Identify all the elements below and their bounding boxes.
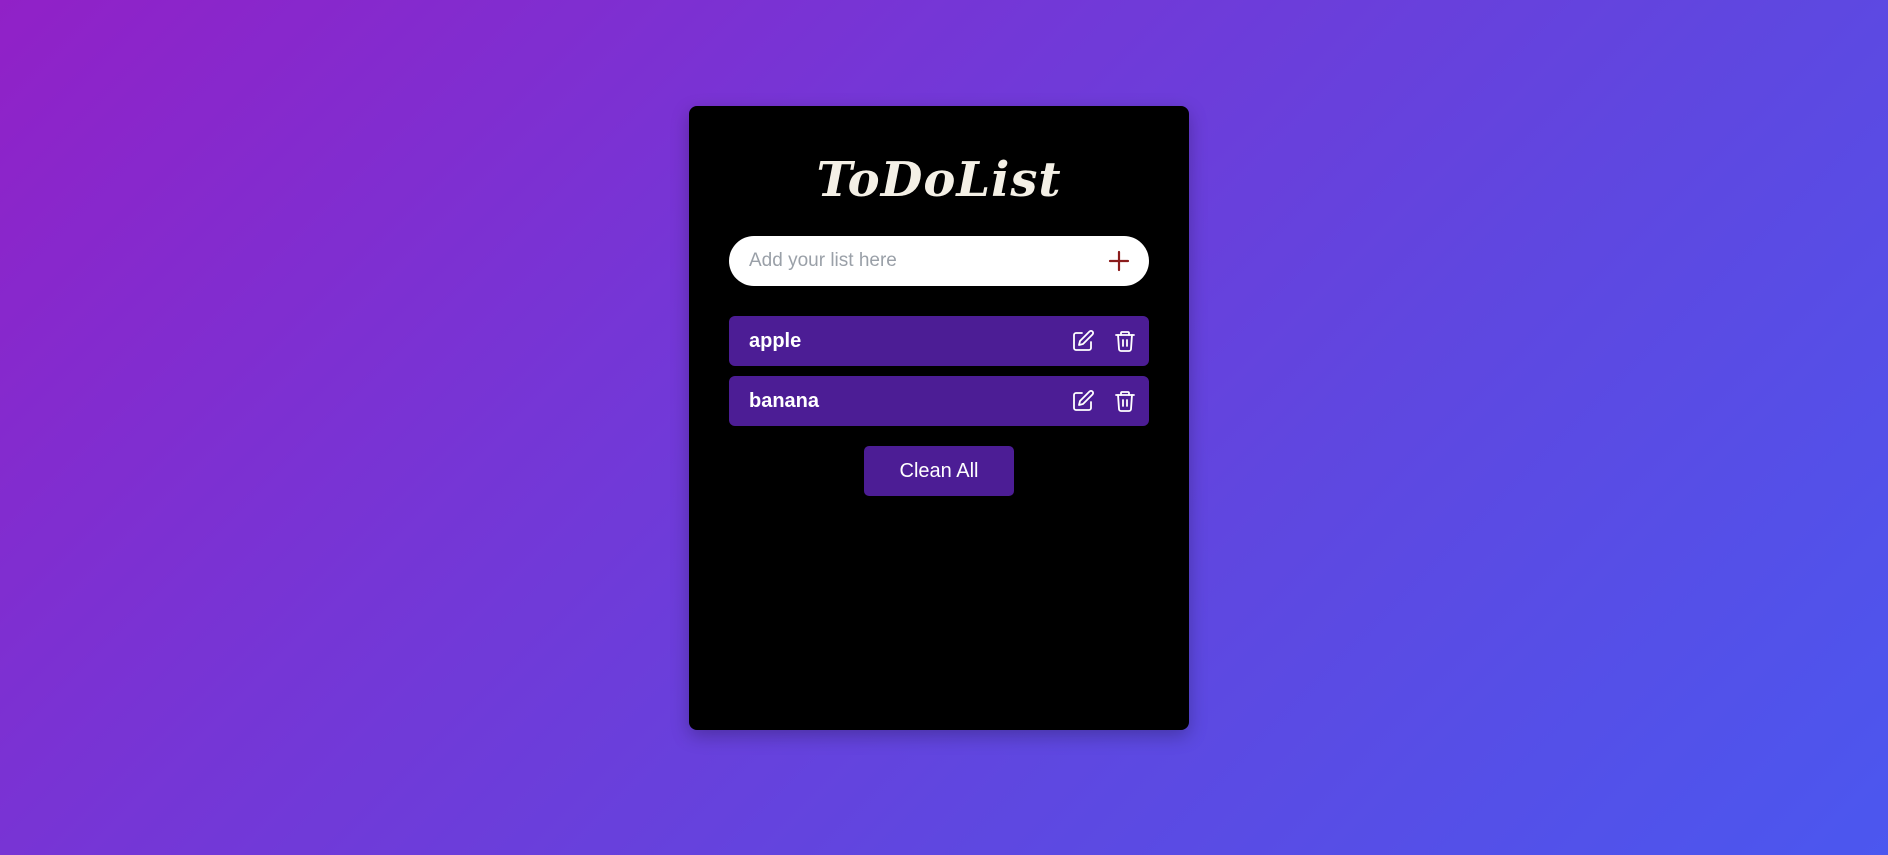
trash-icon[interactable] [1113, 329, 1137, 353]
app-title: ToDoList [816, 152, 1062, 208]
list-item: banana [729, 376, 1149, 426]
plus-icon[interactable] [1107, 249, 1131, 273]
list-item-label: apple [749, 330, 802, 352]
list-item: apple [729, 316, 1149, 366]
edit-icon[interactable] [1071, 329, 1095, 353]
clean-all-button[interactable]: Clean All [864, 446, 1014, 496]
edit-icon[interactable] [1071, 389, 1095, 413]
trash-icon[interactable] [1113, 389, 1137, 413]
todo-input[interactable] [749, 236, 1089, 286]
list-item-label: banana [749, 390, 820, 412]
add-item-field [729, 236, 1149, 286]
